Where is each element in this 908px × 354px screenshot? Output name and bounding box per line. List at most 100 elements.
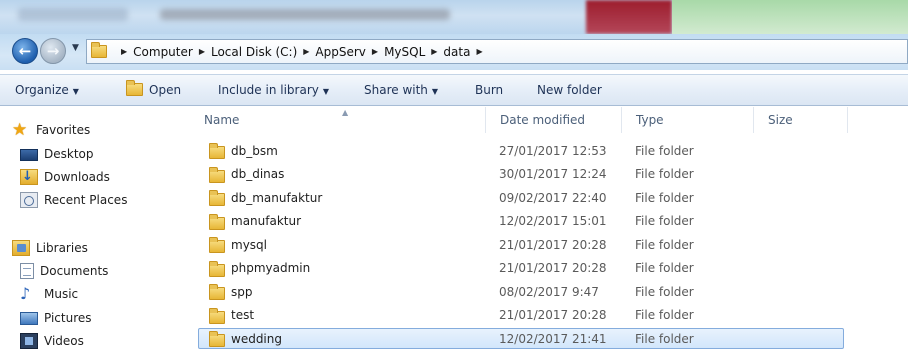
nav-item-label: Downloads <box>44 170 110 184</box>
column-header-type[interactable]: Type <box>622 107 754 133</box>
folder-icon <box>209 213 225 230</box>
table-row[interactable]: wedding 12/02/2017 21:41 File folder <box>198 328 844 349</box>
table-row[interactable]: db_bsm 27/01/2017 12:53 File folder <box>198 140 844 161</box>
organize-label: Organize <box>15 83 69 97</box>
file-date-modified: 12/02/2017 21:41 <box>499 331 607 346</box>
chevron-down-icon: ▼ <box>322 87 330 96</box>
breadcrumb-local-disk[interactable]: Local Disk (C:) <box>211 45 297 59</box>
include-in-library-button[interactable]: Include in library ▼ <box>218 83 329 97</box>
nav-item-label: Music <box>44 287 79 301</box>
file-date-modified: 12/02/2017 15:01 <box>499 214 607 228</box>
column-headers: Name ▲ Date modified Type Size <box>190 107 908 133</box>
file-name: mysql <box>231 237 267 252</box>
file-name: wedding <box>231 331 282 346</box>
table-row[interactable]: spp 08/02/2017 9:47 File folder <box>198 281 844 302</box>
breadcrumb-data[interactable]: data <box>443 45 470 59</box>
pictures-icon <box>20 312 38 325</box>
recent-places-icon <box>20 192 38 208</box>
nav-item-documents[interactable]: Documents <box>20 261 108 281</box>
breadcrumb-separator-icon[interactable]: ▶ <box>303 47 309 56</box>
file-name: manufaktur <box>231 214 302 228</box>
new-folder-button[interactable]: New folder <box>537 83 602 97</box>
downloads-icon <box>20 169 38 185</box>
forward-button[interactable]: → <box>40 38 66 64</box>
file-name: db_bsm <box>231 143 278 158</box>
nav-item-videos[interactable]: Videos <box>20 331 84 351</box>
breadcrumb-separator-icon[interactable]: ▶ <box>199 47 205 56</box>
address-row: ← → ▼ ▶ Computer ▶ Local Disk (C:) ▶ App… <box>0 34 908 70</box>
burn-button[interactable]: Burn <box>475 83 503 97</box>
star-icon: ★ <box>12 120 28 140</box>
back-button[interactable]: ← <box>12 38 38 64</box>
table-row[interactable]: db_dinas 30/01/2017 12:24 File folder <box>198 164 844 185</box>
breadcrumb-appserv[interactable]: AppServ <box>315 45 365 59</box>
nav-item-music[interactable]: ♪ Music <box>20 284 78 304</box>
table-row[interactable]: manufaktur 12/02/2017 15:01 File folder <box>198 211 844 232</box>
file-type: File folder <box>635 237 694 252</box>
table-row[interactable]: phpmyadmin 21/01/2017 20:28 File folder <box>198 258 844 279</box>
folder-icon <box>209 331 225 347</box>
background-window-green <box>672 0 908 34</box>
open-button[interactable]: Open <box>126 80 182 97</box>
folder-icon <box>209 143 225 159</box>
file-type: File folder <box>635 143 694 158</box>
file-type: File folder <box>635 284 694 299</box>
chevron-down-icon: ▼ <box>431 87 439 96</box>
file-date-modified: 09/02/2017 22:40 <box>499 190 607 205</box>
share-label: Share with <box>364 83 428 97</box>
breadcrumb-separator-icon[interactable]: ▶ <box>121 47 127 56</box>
breadcrumb-mysql[interactable]: MySQL <box>384 45 425 59</box>
nav-item-recent-places[interactable]: Recent Places <box>20 190 127 210</box>
nav-libraries[interactable]: Libraries <box>12 238 88 258</box>
file-name: test <box>231 308 255 322</box>
breadcrumb-separator-icon[interactable]: ▶ <box>431 47 437 56</box>
file-name: spp <box>231 284 253 299</box>
column-header-name[interactable]: Name <box>190 107 486 133</box>
open-label: Open <box>149 83 182 97</box>
nav-item-pictures[interactable]: Pictures <box>20 308 92 328</box>
nav-item-label: Pictures <box>44 311 92 325</box>
desktop-icon <box>20 149 38 161</box>
navigation-pane: ★ Favorites Desktop Downloads Recent Pla… <box>0 107 190 354</box>
nav-item-desktop[interactable]: Desktop <box>20 144 94 164</box>
breadcrumb-separator-icon[interactable]: ▶ <box>372 47 378 56</box>
column-header-size[interactable]: Size <box>754 107 848 133</box>
nav-favorites[interactable]: ★ Favorites <box>12 120 90 140</box>
share-with-button[interactable]: Share with ▼ <box>364 83 438 97</box>
table-row[interactable]: mysql 21/01/2017 20:28 File folder <box>198 234 844 255</box>
open-folder-icon <box>126 80 143 96</box>
organize-button[interactable]: Organize ▼ <box>15 83 79 97</box>
nav-item-label: Recent Places <box>44 193 128 207</box>
file-date-modified: 21/01/2017 20:28 <box>499 308 607 322</box>
breadcrumb-computer[interactable]: Computer <box>133 45 193 59</box>
table-row[interactable]: db_manufaktur 09/02/2017 22:40 File folder <box>198 187 844 208</box>
table-row[interactable]: test 21/01/2017 20:28 File folder <box>198 305 844 326</box>
nav-libraries-label: Libraries <box>36 241 88 255</box>
file-date-modified: 21/01/2017 20:28 <box>499 261 607 275</box>
nav-item-downloads[interactable]: Downloads <box>20 167 110 187</box>
address-bar[interactable]: ▶ Computer ▶ Local Disk (C:) ▶ AppServ ▶… <box>86 39 908 64</box>
nav-item-label: Videos <box>44 334 84 348</box>
column-header-name-label: Name <box>204 113 240 127</box>
breadcrumb-separator-icon[interactable]: ▶ <box>476 47 482 56</box>
folder-icon <box>209 190 225 206</box>
file-type: File folder <box>635 308 694 322</box>
chevron-down-icon: ▼ <box>72 87 79 96</box>
new-folder-label: New folder <box>537 83 602 97</box>
window-title-blurred <box>160 9 450 20</box>
recent-pages-dropdown-icon[interactable]: ▼ <box>72 43 79 53</box>
nav-favorites-label: Favorites <box>36 123 91 137</box>
nav-item-label: Documents <box>40 264 109 278</box>
column-header-type-label: Type <box>636 113 664 127</box>
file-date-modified: 30/01/2017 12:24 <box>499 167 607 181</box>
file-type: File folder <box>635 167 694 181</box>
file-date-modified: 27/01/2017 12:53 <box>499 143 607 158</box>
folder-icon <box>91 42 107 58</box>
back-arrow-icon: ← <box>18 42 32 60</box>
background-window-red <box>586 0 672 34</box>
file-name: phpmyadmin <box>231 261 311 275</box>
file-type: File folder <box>635 261 694 275</box>
folder-icon <box>209 237 225 253</box>
column-header-date[interactable]: Date modified <box>486 107 622 133</box>
window-title-bar <box>0 0 908 34</box>
